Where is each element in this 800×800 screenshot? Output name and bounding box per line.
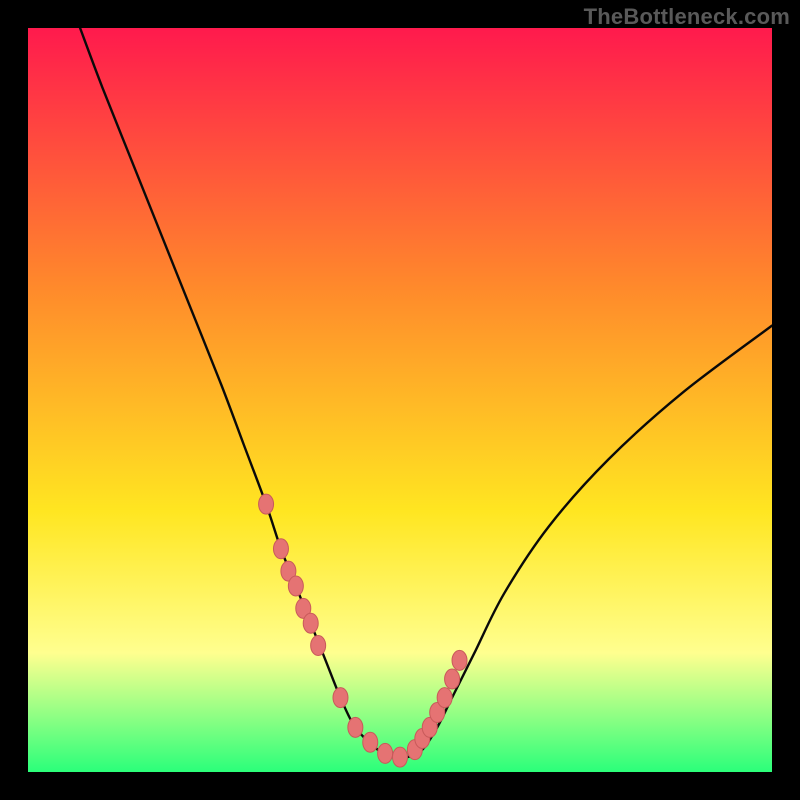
marker-point (363, 732, 378, 752)
watermark-text: TheBottleneck.com (584, 4, 790, 30)
chart-svg (28, 28, 772, 772)
marker-point (303, 613, 318, 633)
marker-point (348, 717, 363, 737)
marker-point (333, 688, 348, 708)
marker-point (437, 688, 452, 708)
plot-area (28, 28, 772, 772)
marker-point (378, 743, 393, 763)
gradient-background (28, 28, 772, 772)
marker-point (445, 669, 460, 689)
marker-point (452, 650, 467, 670)
marker-point (259, 494, 274, 514)
marker-point (393, 747, 408, 767)
marker-point (288, 576, 303, 596)
marker-point (273, 539, 288, 559)
marker-point (311, 636, 326, 656)
outer-frame: TheBottleneck.com (0, 0, 800, 800)
